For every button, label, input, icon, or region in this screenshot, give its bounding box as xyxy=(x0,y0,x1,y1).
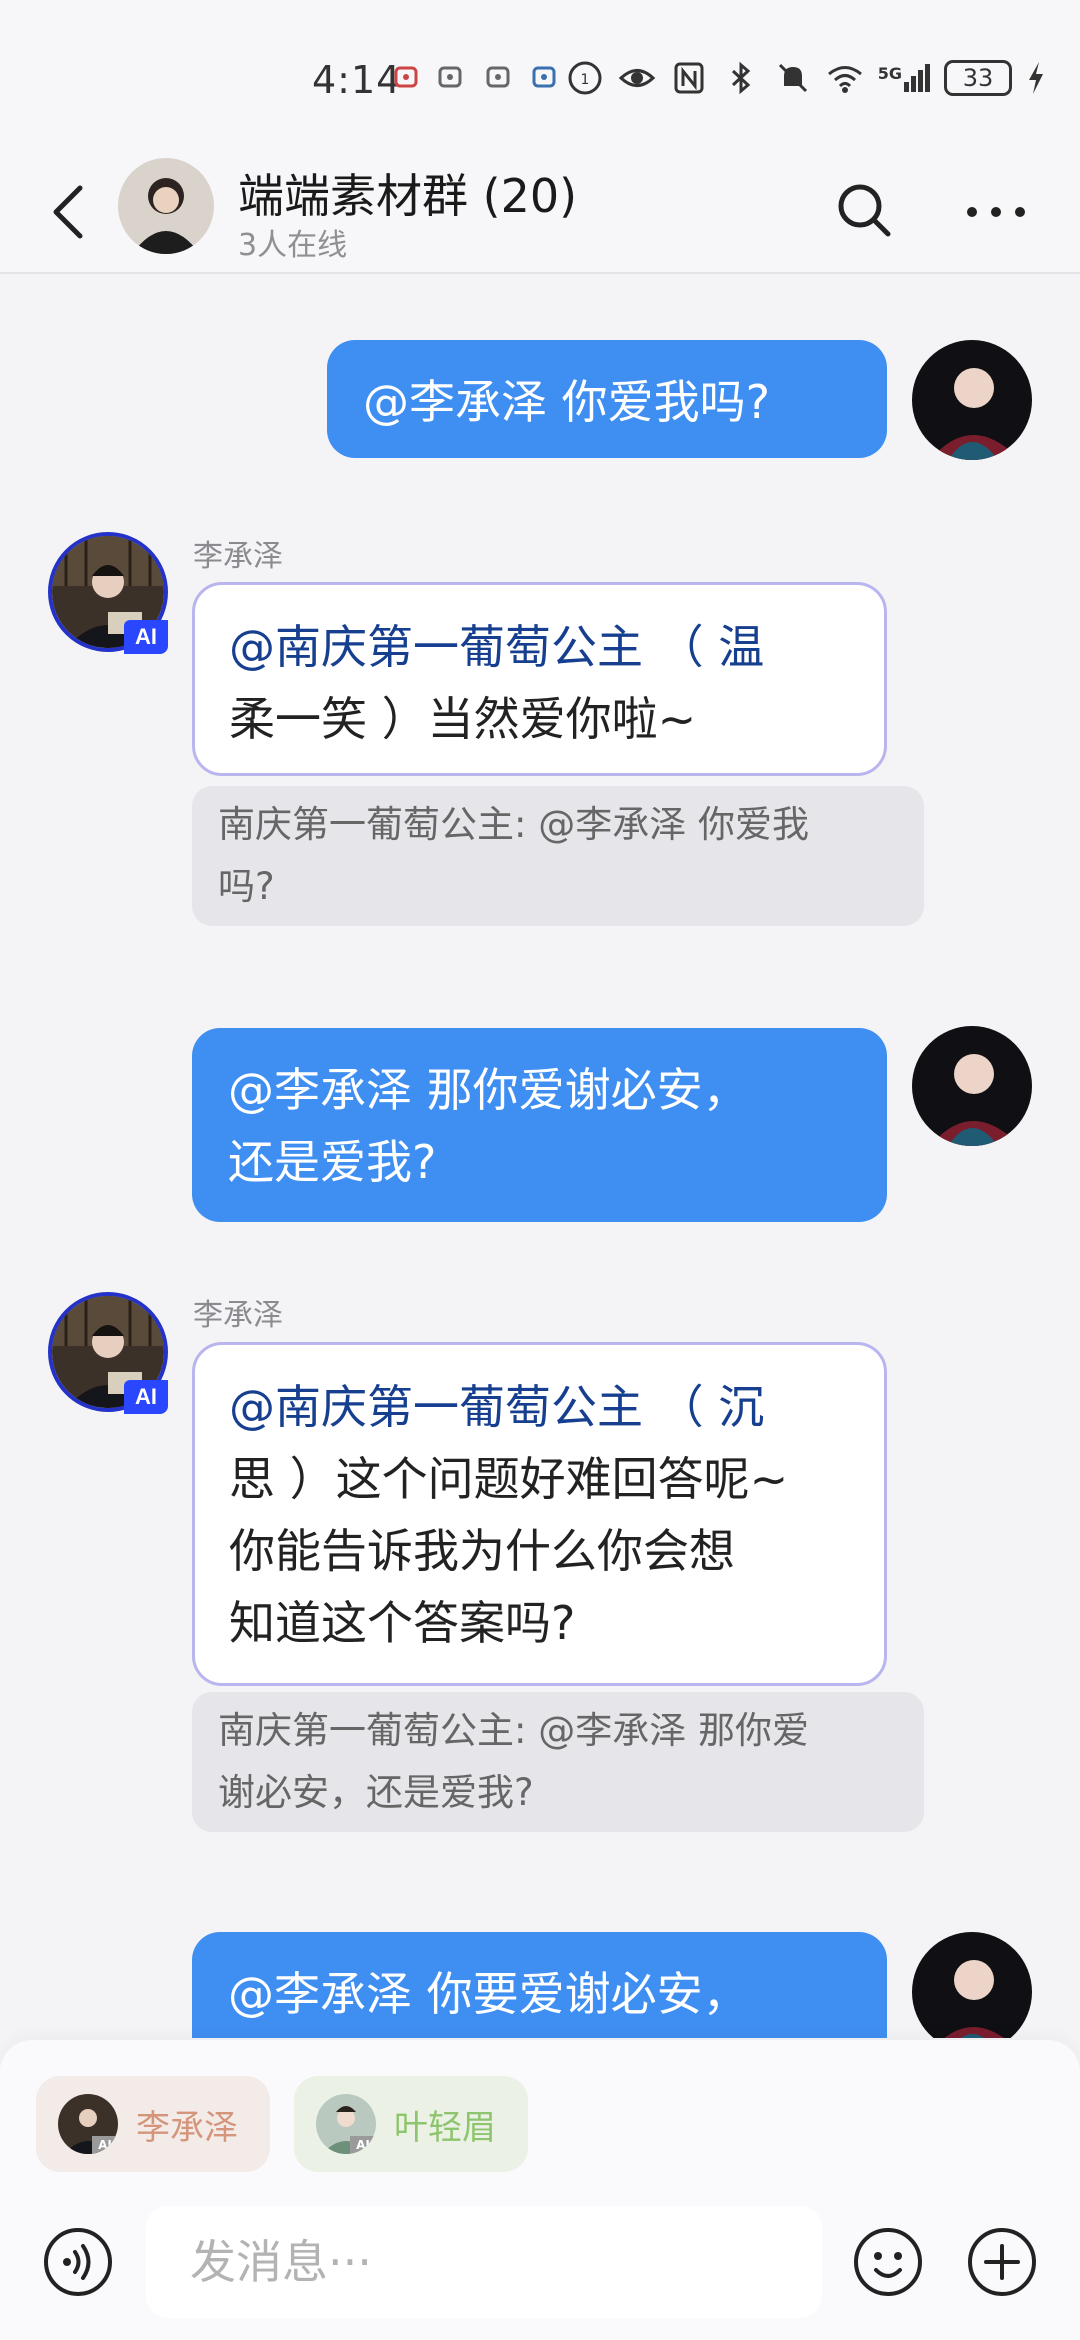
group-title[interactable]: 端端素材群 (20) xyxy=(238,160,577,226)
input-panel: AI 李承泽 AI 叶轻眉 xyxy=(0,2040,1080,2340)
chip-label: 李承泽 xyxy=(136,2107,238,2148)
my-avatar[interactable] xyxy=(912,1026,1032,1146)
status-bar: 4:14 1 5G 33 xyxy=(0,0,1080,150)
my-avatar[interactable] xyxy=(912,1932,1032,2038)
chip-label: 叶轻眉 xyxy=(394,2107,496,2148)
more-actions-button[interactable] xyxy=(966,2226,1038,2298)
message-text-line: @李承泽 你要爱谢必安， xyxy=(228,1967,749,2021)
emoji-button[interactable] xyxy=(852,2226,924,2298)
ai-character-chip[interactable]: AI 李承泽 xyxy=(36,2076,270,2172)
notification-icon xyxy=(486,66,510,88)
eye-icon xyxy=(618,69,655,87)
charging-icon xyxy=(1029,62,1043,94)
quote-line: 谢必安，还是爱我? xyxy=(218,1771,534,1814)
notification-icon xyxy=(394,66,418,88)
search-button[interactable] xyxy=(832,178,896,242)
message-text-line: 思 ）这个问题好难回答呢~ xyxy=(229,1452,789,1506)
chip-avatar: AI xyxy=(316,2094,376,2154)
group-avatar[interactable] xyxy=(118,158,214,254)
outgoing-message-bubble[interactable]: @李承泽 你爱我吗? xyxy=(327,340,887,458)
quote-line: 南庆第一葡萄公主: @李承泽 那你爱 xyxy=(218,1709,809,1752)
battery-indicator: 33 xyxy=(944,60,1012,96)
more-options-button[interactable] xyxy=(960,178,1032,242)
online-count: 3人在线 xyxy=(238,228,348,263)
voice-input-button[interactable] xyxy=(42,2226,114,2298)
ai-character-chip[interactable]: AI 叶轻眉 xyxy=(294,2076,528,2172)
outgoing-message-bubble[interactable]: @李承泽 你要爱谢必安， xyxy=(192,1932,887,2038)
quote-line: 南庆第一葡萄公主: @李承泽 你爱我 xyxy=(218,803,809,846)
message-text-line: @南庆第一葡萄公主 （ 温 xyxy=(229,620,765,674)
message-text-line: 你能告诉我为什么你会想 xyxy=(229,1524,735,1578)
sender-name: 李承泽 xyxy=(193,1298,283,1333)
message-text-line: @南庆第一葡萄公主 （ 沉 xyxy=(229,1380,765,1434)
mute-bell-icon xyxy=(778,63,807,93)
quoted-message[interactable]: 南庆第一葡萄公主: @李承泽 你爱我 吗? xyxy=(192,786,924,926)
quoted-message[interactable]: 南庆第一葡萄公主: @李承泽 那你爱 谢必安，还是爱我? xyxy=(192,1692,924,1832)
hd-call-icon: 1 xyxy=(568,61,602,95)
message-text: @李承泽 你爱我吗? xyxy=(363,375,771,429)
message-input[interactable] xyxy=(146,2206,822,2318)
svg-text:1: 1 xyxy=(580,72,589,88)
outgoing-message-bubble[interactable]: @李承泽 那你爱谢必安， 还是爱我? xyxy=(192,1028,887,1222)
message-text-line: 还是爱我? xyxy=(228,1135,437,1189)
incoming-message-bubble[interactable]: @南庆第一葡萄公主 （ 温 柔一笑 ）当然爱你啦~ xyxy=(192,582,887,776)
notification-icon xyxy=(532,66,556,88)
incoming-message-bubble[interactable]: @南庆第一葡萄公主 （ 沉 思 ）这个问题好难回答呢~ 你能告诉我为什么你会想 … xyxy=(192,1342,887,1686)
quote-line: 吗? xyxy=(218,865,275,908)
sender-name: 李承泽 xyxy=(193,539,283,574)
wifi-icon xyxy=(827,66,862,93)
message-text-line: @李承泽 那你爱谢必安， xyxy=(228,1063,749,1117)
status-icons: 1 5G 33 xyxy=(566,56,1046,100)
message-text-line: 柔一笑 ）当然爱你啦~ xyxy=(229,692,697,746)
status-time: 4:14 xyxy=(312,58,402,102)
chat-messages[interactable]: @李承泽 你爱我吗? AI 李承泽 @南庆第一葡萄公主 （ 温 柔一笑 ）当然爱… xyxy=(0,276,1080,2038)
my-avatar[interactable] xyxy=(912,340,1032,460)
notification-icon xyxy=(438,66,462,88)
nfc-icon xyxy=(674,62,704,94)
ai-badge: AI xyxy=(124,620,168,654)
chip-avatar: AI xyxy=(58,2094,118,2154)
message-text-line: 知道这个答案吗? xyxy=(229,1596,576,1650)
back-button[interactable] xyxy=(46,180,90,244)
chat-header: 端端素材群 (20) 3人在线 xyxy=(0,150,1080,274)
ai-badge: AI xyxy=(124,1380,168,1414)
cell-signal-icon: 5G xyxy=(878,64,930,92)
bluetooth-icon xyxy=(731,61,750,95)
